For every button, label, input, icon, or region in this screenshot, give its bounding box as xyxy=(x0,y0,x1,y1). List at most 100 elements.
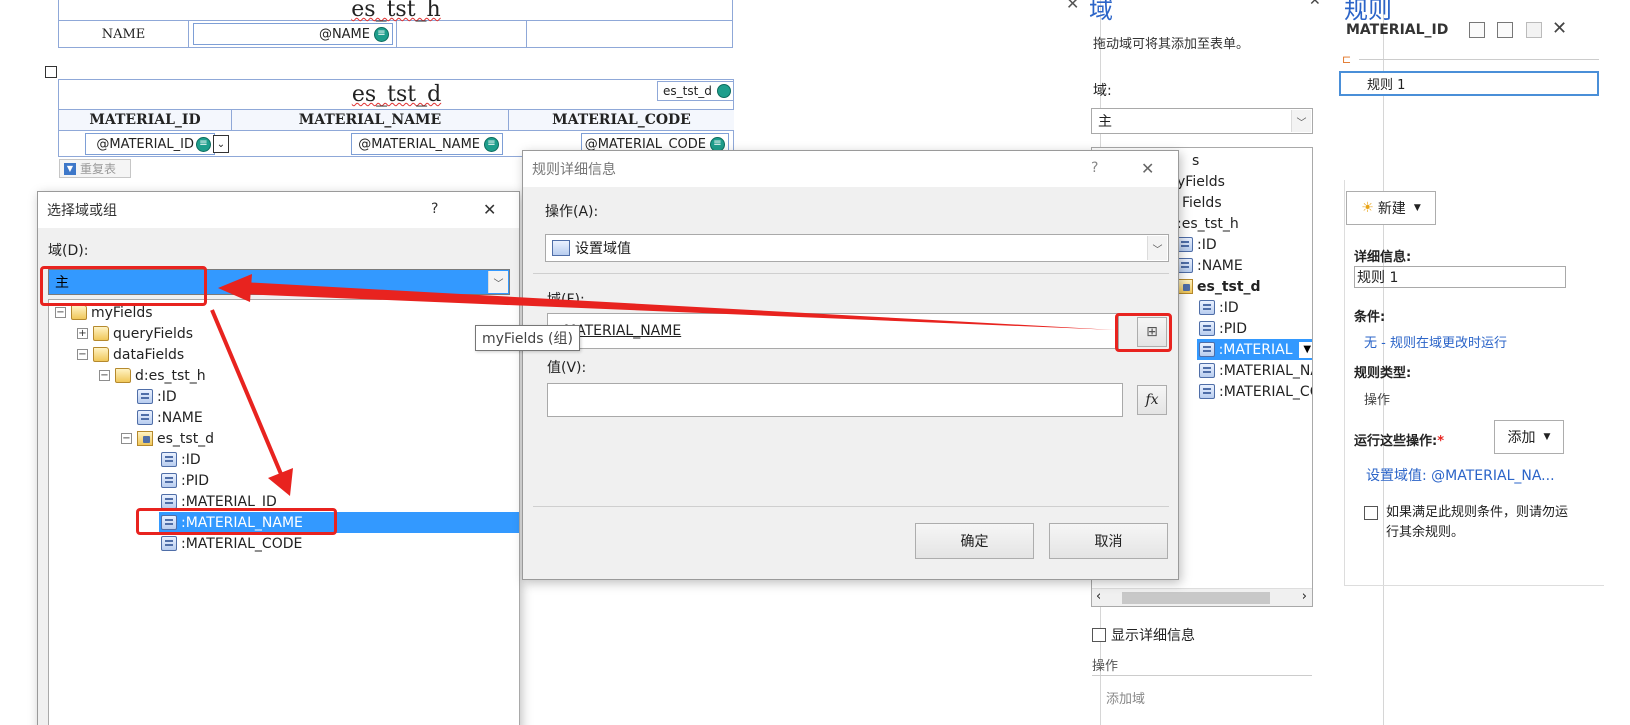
header-table-title: es_tst_h xyxy=(59,0,733,22)
field-icon xyxy=(137,410,153,425)
detail-table-title: es_tst_d xyxy=(59,80,734,110)
tree-item-id[interactable]: :ID xyxy=(161,449,201,470)
name-label: NAME xyxy=(59,21,189,48)
action-select[interactable]: 设置域值 ﹀ xyxy=(545,234,1169,262)
tree-item[interactable]: :es_tst_h xyxy=(1177,213,1239,234)
field-icon xyxy=(1177,237,1193,252)
tree-item-selected[interactable]: :MATERIAL ▼ xyxy=(1197,339,1312,360)
annotation-box-material-name xyxy=(136,508,337,535)
field-icon xyxy=(1199,384,1215,399)
run-actions-label: 运行这些操作:* xyxy=(1354,434,1445,449)
field-icon xyxy=(161,494,177,509)
tree-item[interactable]: :NAME xyxy=(1177,255,1243,276)
domain-select[interactable]: 主 ﹀ xyxy=(1091,108,1313,134)
field-icon xyxy=(161,473,177,488)
pane-close-icon[interactable]: ✕ xyxy=(1309,0,1321,9)
chevron-down-icon: ▼ xyxy=(1543,432,1551,442)
collapse-icon[interactable]: − xyxy=(77,349,88,360)
copy-icon[interactable] xyxy=(1469,22,1485,38)
rules-pane: 规则 MATERIAL_ID ✕ ⊏ 规则 1 ☀ 新建 ▼ 详细信息: 规则 … xyxy=(1339,0,1630,725)
data-binding-icon: ≡ xyxy=(484,137,499,152)
scroll-left-icon[interactable]: ‹ xyxy=(1096,589,1101,604)
expand-icon[interactable]: + xyxy=(77,328,88,339)
fields-pane-hint: 拖动域可将其添加至表单。 xyxy=(1093,37,1250,52)
field-input[interactable]: @MATERIAL_NAME xyxy=(547,313,1119,349)
collapse-icon[interactable]: − xyxy=(121,433,132,444)
tree-item[interactable]: :ID xyxy=(1177,234,1217,255)
field-icon xyxy=(161,452,177,467)
value-input[interactable] xyxy=(547,383,1123,417)
close-icon[interactable]: ✕ xyxy=(483,200,496,219)
cancel-button[interactable]: 取消 xyxy=(1049,523,1168,559)
close-icon[interactable]: ✕ xyxy=(1141,159,1154,178)
delete-icon[interactable]: ✕ xyxy=(1552,18,1567,39)
repeating-group-icon xyxy=(1177,279,1193,294)
chevron-down-icon[interactable]: ⌄ xyxy=(213,135,229,153)
tree-item-material-code[interactable]: :MATERIAL_CODE xyxy=(161,533,302,554)
copy-all-icon[interactable] xyxy=(1497,22,1513,38)
tree-item-datafields[interactable]: − dataFields xyxy=(77,344,184,365)
add-field-link[interactable]: 添加域 xyxy=(1106,688,1145,707)
chevron-down-icon: ﹀ xyxy=(488,271,508,293)
chevron-down-icon[interactable]: ▼ xyxy=(1298,341,1312,358)
scrollbar-thumb[interactable] xyxy=(1122,592,1270,604)
new-rule-button[interactable]: ☀ 新建 ▼ xyxy=(1346,191,1436,225)
tree-item[interactable]: s xyxy=(1192,150,1199,171)
rule-type-value: 操作 xyxy=(1364,393,1391,408)
rule-details-dialog: 规则详细信息 ? ✕ 操作(A): 设置域值 ﹀ 域(F): @MATERIAL… xyxy=(522,150,1179,580)
collapse-icon[interactable]: − xyxy=(55,307,66,318)
detail-table: es_tst_d es_tst_d MATERIAL_ID MATERIAL_N… xyxy=(58,79,734,157)
dropdown-arrow-icon: ▼ xyxy=(64,162,76,175)
help-icon[interactable]: ? xyxy=(431,201,438,217)
show-details-checkbox[interactable]: 显示详细信息 xyxy=(1092,625,1195,645)
tree-item-queryfields[interactable]: + queryFields xyxy=(77,323,193,344)
formula-button[interactable]: fx xyxy=(1137,385,1167,415)
action-label: 操作(A): xyxy=(545,204,599,220)
paste-icon[interactable] xyxy=(1526,22,1542,38)
repeating-table-tag[interactable]: es_tst_d xyxy=(657,81,734,101)
empty-cell xyxy=(527,21,733,48)
sun-icon: ☀ xyxy=(1361,200,1374,216)
tree-item[interactable]: :PID xyxy=(1199,318,1247,339)
annotation-box-domain xyxy=(40,266,207,306)
condition-label: 条件: xyxy=(1354,310,1386,325)
data-binding-icon: ≡ xyxy=(196,137,211,152)
action-link[interactable]: 设置域值: @MATERIAL_NA... xyxy=(1366,465,1555,485)
field-icon xyxy=(161,536,177,551)
ok-button[interactable]: 确定 xyxy=(915,523,1034,559)
name-field-control[interactable]: @NAME ≡ xyxy=(193,23,393,45)
repeating-table-label[interactable]: ▼ 重复表 xyxy=(59,159,131,178)
add-action-button[interactable]: 添加 ▼ xyxy=(1494,420,1564,454)
tree-item-es-tst-h[interactable]: − d:es_tst_h xyxy=(99,365,206,386)
repeating-group-icon xyxy=(137,431,153,446)
tree-item-id[interactable]: :ID xyxy=(137,386,177,407)
tree-item[interactable]: :ID xyxy=(1199,297,1239,318)
scroll-right-icon[interactable]: › xyxy=(1302,589,1307,604)
condition-link[interactable]: 无 - 规则在域更改时运行 xyxy=(1364,332,1507,351)
empty-cell xyxy=(397,21,527,48)
tree-item-pid[interactable]: :PID xyxy=(161,470,209,491)
tree-item[interactable]: :MATERIAL_NA xyxy=(1199,360,1312,381)
tree-item[interactable]: :MATERIAL_CO xyxy=(1199,381,1312,402)
tree-item[interactable]: Fields xyxy=(1182,192,1222,213)
tree-item-es-tst-d[interactable]: − es_tst_d xyxy=(121,428,214,449)
horizontal-scrollbar[interactable]: ‹ › xyxy=(1092,588,1312,606)
rule-list-divider xyxy=(1359,59,1599,60)
value-label: 值(V): xyxy=(547,360,587,376)
collapse-icon[interactable]: − xyxy=(99,370,110,381)
details-input[interactable]: 规则 1 xyxy=(1354,266,1566,288)
col-header-material-id: MATERIAL_ID xyxy=(59,110,232,131)
tree-item[interactable]: es_tst_d xyxy=(1177,276,1261,297)
tree-item-name[interactable]: :NAME xyxy=(137,407,203,428)
tree-item[interactable]: yFields xyxy=(1177,171,1225,192)
table-select-handle[interactable] xyxy=(45,66,57,78)
chevron-down-icon: ▼ xyxy=(1413,203,1421,213)
rule-list-item[interactable]: 规则 1 xyxy=(1339,71,1599,96)
pane-close-icon[interactable]: ✕ xyxy=(1066,0,1079,13)
material-name-control[interactable]: @MATERIAL_NAME ≡ xyxy=(351,133,503,155)
section-divider xyxy=(533,506,1169,507)
stop-rules-checkbox[interactable]: 如果满足此规则条件，则请勿运行其余规则。 xyxy=(1364,503,1574,543)
help-icon[interactable]: ? xyxy=(1091,160,1098,176)
material-id-control[interactable]: @MATERIAL_ID ≡ xyxy=(85,133,215,155)
rule-type-label: 规则类型: xyxy=(1354,366,1412,381)
